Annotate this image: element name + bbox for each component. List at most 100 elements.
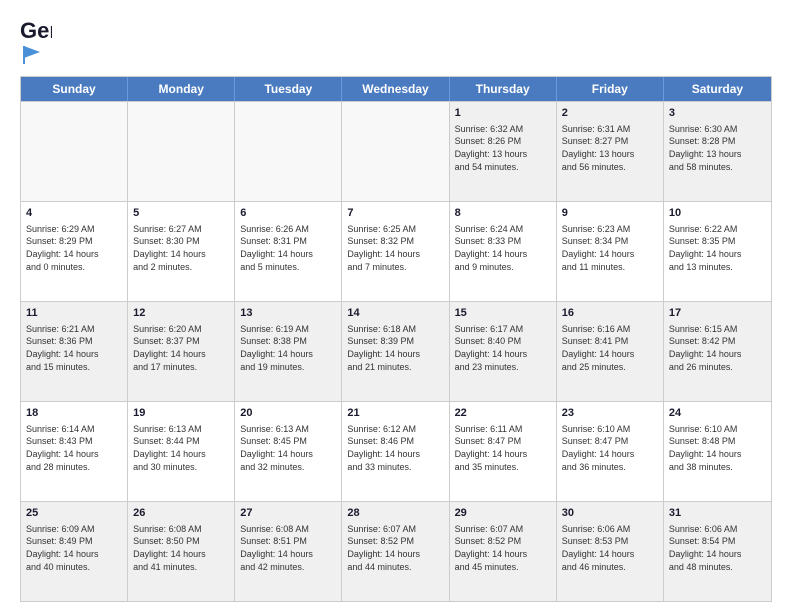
day-cell-11: 11 Sunrise: 6:21 AM Sunset: 8:36 PM Dayli… bbox=[21, 302, 128, 401]
day-cell-29: 29Sunrise: 6:07 AM Sunset: 8:52 PM Dayli… bbox=[450, 502, 557, 601]
day-info: Sunrise: 6:12 AM Sunset: 8:46 PM Dayligh… bbox=[347, 423, 443, 473]
day-info: Sunrise: 6:15 AM Sunset: 8:42 PM Dayligh… bbox=[669, 323, 766, 373]
day-number: 13 bbox=[240, 306, 336, 321]
day-info: Sunrise: 6:09 AM Sunset: 8:49 PM Dayligh… bbox=[26, 523, 122, 573]
day-info: Sunrise: 6:08 AM Sunset: 8:51 PM Dayligh… bbox=[240, 523, 336, 573]
day-number: 28 bbox=[347, 506, 443, 521]
day-number: 14 bbox=[347, 306, 443, 321]
day-info: Sunrise: 6:13 AM Sunset: 8:44 PM Dayligh… bbox=[133, 423, 229, 473]
day-cell-17: 17 Sunrise: 6:15 AM Sunset: 8:42 PM Dayli… bbox=[664, 302, 771, 401]
day-number: 4 bbox=[26, 206, 122, 221]
day-info: Sunrise: 6:21 AM Sunset: 8:36 PM Dayligh… bbox=[26, 323, 122, 373]
day-cell-22: 22Sunrise: 6:11 AM Sunset: 8:47 PM Dayli… bbox=[450, 402, 557, 501]
day-cell-25: 25 Sunrise: 6:09 AM Sunset: 8:49 PM Dayli… bbox=[21, 502, 128, 601]
calendar-row-5: 25 Sunrise: 6:09 AM Sunset: 8:49 PM Dayli… bbox=[21, 501, 771, 601]
day-number: 24 bbox=[669, 406, 766, 421]
day-cell-26: 26 Sunrise: 6:08 AM Sunset: 8:50 PM Dayli… bbox=[128, 502, 235, 601]
day-cell-23: 23 Sunrise: 6:10 AM Sunset: 8:47 PM Dayli… bbox=[557, 402, 664, 501]
empty-cell bbox=[21, 102, 128, 201]
day-info: Sunrise: 6:24 AM Sunset: 8:33 PM Dayligh… bbox=[455, 223, 551, 273]
day-number: 23 bbox=[562, 406, 658, 421]
calendar: Sunday Monday Tuesday Wednesday Thursday… bbox=[20, 76, 772, 602]
day-info: Sunrise: 6:16 AM Sunset: 8:41 PM Dayligh… bbox=[562, 323, 658, 373]
day-number: 3 bbox=[669, 106, 766, 121]
day-info: Sunrise: 6:14 AM Sunset: 8:43 PM Dayligh… bbox=[26, 423, 122, 473]
empty-cell bbox=[235, 102, 342, 201]
day-info: Sunrise: 6:10 AM Sunset: 8:48 PM Dayligh… bbox=[669, 423, 766, 473]
empty-cell bbox=[342, 102, 449, 201]
day-number: 20 bbox=[240, 406, 336, 421]
day-cell-30: 30 Sunrise: 6:06 AM Sunset: 8:53 PM Dayli… bbox=[557, 502, 664, 601]
day-info: Sunrise: 6:18 AM Sunset: 8:39 PM Dayligh… bbox=[347, 323, 443, 373]
header-monday: Monday bbox=[128, 77, 235, 101]
day-cell-24: 24 Sunrise: 6:10 AM Sunset: 8:48 PM Dayli… bbox=[664, 402, 771, 501]
day-info: Sunrise: 6:25 AM Sunset: 8:32 PM Dayligh… bbox=[347, 223, 443, 273]
day-number: 19 bbox=[133, 406, 229, 421]
calendar-row-3: 11 Sunrise: 6:21 AM Sunset: 8:36 PM Dayli… bbox=[21, 301, 771, 401]
day-number: 30 bbox=[562, 506, 658, 521]
day-info: Sunrise: 6:08 AM Sunset: 8:50 PM Dayligh… bbox=[133, 523, 229, 573]
day-number: 21 bbox=[347, 406, 443, 421]
day-number: 31 bbox=[669, 506, 766, 521]
calendar-row-1: 1Sunrise: 6:32 AM Sunset: 8:26 PM Daylig… bbox=[21, 101, 771, 201]
day-number: 1 bbox=[455, 106, 551, 121]
day-cell-15: 15 Sunrise: 6:17 AM Sunset: 8:40 PM Dayli… bbox=[450, 302, 557, 401]
empty-cell bbox=[128, 102, 235, 201]
day-number: 5 bbox=[133, 206, 229, 221]
day-cell-7: 7 Sunrise: 6:25 AM Sunset: 8:32 PM Daylig… bbox=[342, 202, 449, 301]
day-info: Sunrise: 6:27 AM Sunset: 8:30 PM Dayligh… bbox=[133, 223, 229, 273]
day-info: Sunrise: 6:26 AM Sunset: 8:31 PM Dayligh… bbox=[240, 223, 336, 273]
day-cell-27: 27Sunrise: 6:08 AM Sunset: 8:51 PM Dayli… bbox=[235, 502, 342, 601]
header-friday: Friday bbox=[557, 77, 664, 101]
day-number: 11 bbox=[26, 306, 122, 321]
day-cell-19: 19 Sunrise: 6:13 AM Sunset: 8:44 PM Dayli… bbox=[128, 402, 235, 501]
day-info: Sunrise: 6:10 AM Sunset: 8:47 PM Dayligh… bbox=[562, 423, 658, 473]
day-cell-18: 18Sunrise: 6:14 AM Sunset: 8:43 PM Dayli… bbox=[21, 402, 128, 501]
day-cell-2: 2Sunrise: 6:31 AM Sunset: 8:27 PM Daylig… bbox=[557, 102, 664, 201]
day-info: Sunrise: 6:22 AM Sunset: 8:35 PM Dayligh… bbox=[669, 223, 766, 273]
svg-text:General: General bbox=[20, 18, 52, 43]
day-cell-1: 1Sunrise: 6:32 AM Sunset: 8:26 PM Daylig… bbox=[450, 102, 557, 201]
day-number: 12 bbox=[133, 306, 229, 321]
day-number: 10 bbox=[669, 206, 766, 221]
logo-flag-icon bbox=[22, 44, 44, 66]
day-number: 17 bbox=[669, 306, 766, 321]
day-cell-14: 14 Sunrise: 6:18 AM Sunset: 8:39 PM Dayli… bbox=[342, 302, 449, 401]
day-info: Sunrise: 6:20 AM Sunset: 8:37 PM Dayligh… bbox=[133, 323, 229, 373]
day-cell-31: 31 Sunrise: 6:06 AM Sunset: 8:54 PM Dayli… bbox=[664, 502, 771, 601]
day-cell-6: 6 Sunrise: 6:26 AM Sunset: 8:31 PM Daylig… bbox=[235, 202, 342, 301]
day-number: 25 bbox=[26, 506, 122, 521]
day-info: Sunrise: 6:17 AM Sunset: 8:40 PM Dayligh… bbox=[455, 323, 551, 373]
day-info: Sunrise: 6:30 AM Sunset: 8:28 PM Dayligh… bbox=[669, 123, 766, 173]
header-sunday: Sunday bbox=[21, 77, 128, 101]
day-number: 6 bbox=[240, 206, 336, 221]
day-info: Sunrise: 6:29 AM Sunset: 8:29 PM Dayligh… bbox=[26, 223, 122, 273]
day-cell-3: 3 Sunrise: 6:30 AM Sunset: 8:28 PM Daylig… bbox=[664, 102, 771, 201]
day-cell-28: 28 Sunrise: 6:07 AM Sunset: 8:52 PM Dayli… bbox=[342, 502, 449, 601]
calendar-body: 1Sunrise: 6:32 AM Sunset: 8:26 PM Daylig… bbox=[21, 101, 771, 601]
day-info: Sunrise: 6:07 AM Sunset: 8:52 PM Dayligh… bbox=[347, 523, 443, 573]
day-cell-8: 8Sunrise: 6:24 AM Sunset: 8:33 PM Daylig… bbox=[450, 202, 557, 301]
day-info: Sunrise: 6:23 AM Sunset: 8:34 PM Dayligh… bbox=[562, 223, 658, 273]
day-number: 22 bbox=[455, 406, 551, 421]
day-info: Sunrise: 6:13 AM Sunset: 8:45 PM Dayligh… bbox=[240, 423, 336, 473]
day-number: 26 bbox=[133, 506, 229, 521]
day-info: Sunrise: 6:07 AM Sunset: 8:52 PM Dayligh… bbox=[455, 523, 551, 573]
day-info: Sunrise: 6:31 AM Sunset: 8:27 PM Dayligh… bbox=[562, 123, 658, 173]
day-cell-12: 12 Sunrise: 6:20 AM Sunset: 8:37 PM Dayli… bbox=[128, 302, 235, 401]
day-number: 7 bbox=[347, 206, 443, 221]
day-number: 15 bbox=[455, 306, 551, 321]
calendar-header: Sunday Monday Tuesday Wednesday Thursday… bbox=[21, 77, 771, 101]
day-cell-13: 13 Sunrise: 6:19 AM Sunset: 8:38 PM Dayli… bbox=[235, 302, 342, 401]
day-info: Sunrise: 6:19 AM Sunset: 8:38 PM Dayligh… bbox=[240, 323, 336, 373]
header-wednesday: Wednesday bbox=[342, 77, 449, 101]
day-cell-5: 5 Sunrise: 6:27 AM Sunset: 8:30 PM Daylig… bbox=[128, 202, 235, 301]
header-thursday: Thursday bbox=[450, 77, 557, 101]
day-info: Sunrise: 6:06 AM Sunset: 8:53 PM Dayligh… bbox=[562, 523, 658, 573]
day-info: Sunrise: 6:06 AM Sunset: 8:54 PM Dayligh… bbox=[669, 523, 766, 573]
day-cell-20: 20 Sunrise: 6:13 AM Sunset: 8:45 PM Dayli… bbox=[235, 402, 342, 501]
calendar-row-2: 4 Sunrise: 6:29 AM Sunset: 8:29 PM Daylig… bbox=[21, 201, 771, 301]
header: General bbox=[20, 16, 772, 66]
header-saturday: Saturday bbox=[664, 77, 771, 101]
logo: General bbox=[20, 16, 52, 66]
